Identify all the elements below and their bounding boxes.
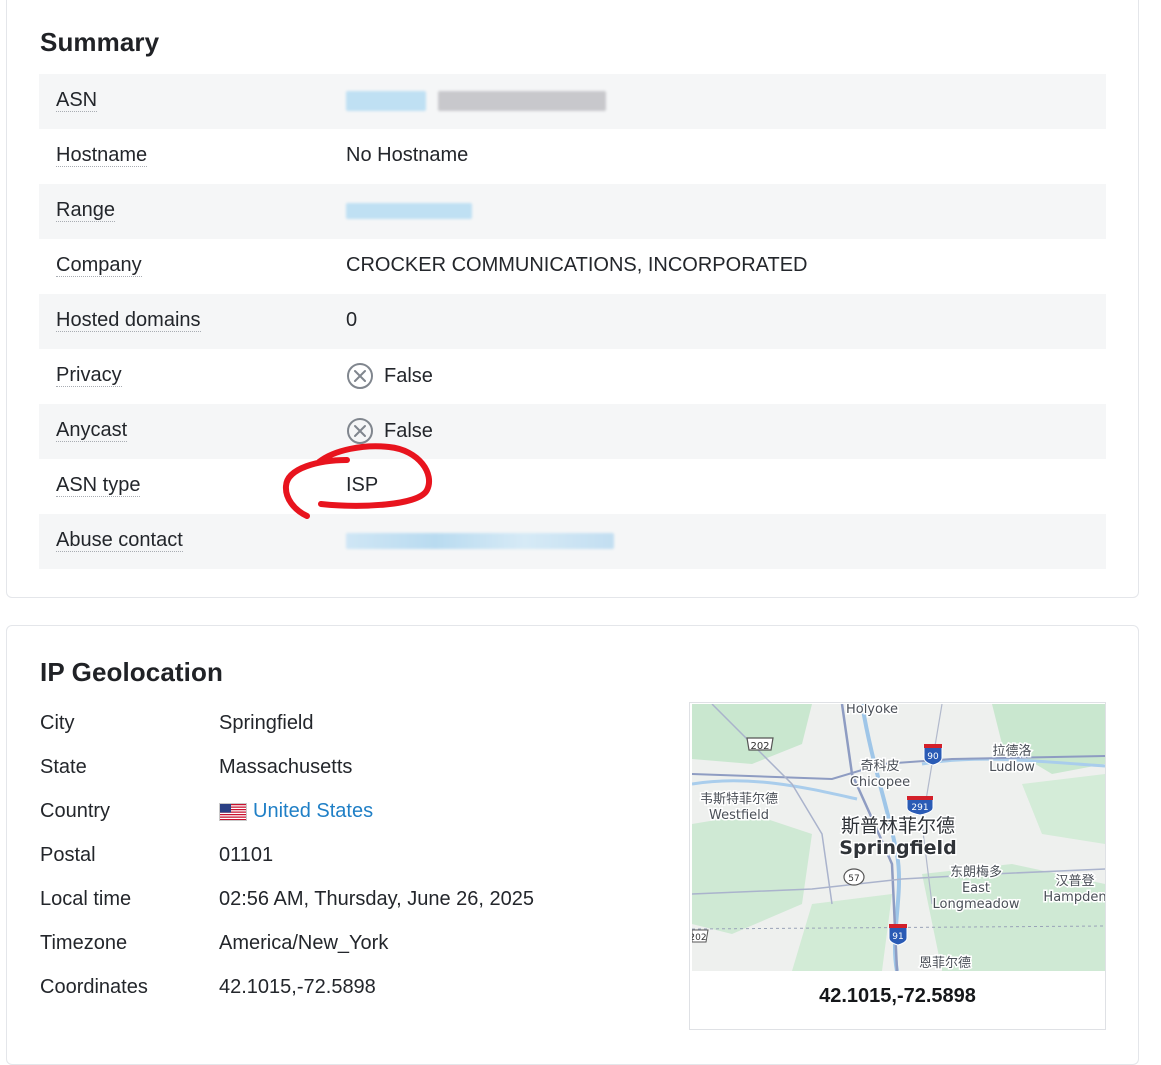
summary-row-asn-type: ASN type ISP xyxy=(39,459,1106,514)
range-label[interactable]: Range xyxy=(56,199,115,222)
map-label-chicopee-zh: 奇科皮 xyxy=(860,758,899,774)
coordinates-label: Coordinates xyxy=(40,976,148,998)
city-label: City xyxy=(40,712,75,734)
privacy-value-text: False xyxy=(384,365,433,387)
company-label[interactable]: Company xyxy=(56,254,142,277)
i91-shield: 91 xyxy=(888,924,908,946)
privacy-value: False xyxy=(346,362,433,390)
asn-type-label[interactable]: ASN type xyxy=(56,474,141,497)
geo-row-city: City Springfield xyxy=(40,712,640,756)
map-label-holyoke: Holyoke xyxy=(846,704,898,717)
anycast-value-text: False xyxy=(384,420,433,442)
map-label-east: East xyxy=(962,881,990,896)
redacted-asn-number xyxy=(346,91,426,111)
state-value: Massachusetts xyxy=(219,756,353,778)
summary-row-hosted-domains: Hosted domains 0 xyxy=(39,294,1106,349)
company-value: CROCKER COMMUNICATIONS, INCORPORATED xyxy=(346,254,808,276)
abuse-contact-label[interactable]: Abuse contact xyxy=(56,529,183,552)
local-time-label: Local time xyxy=(40,888,132,910)
x-circle-icon xyxy=(347,418,373,444)
summary-row-asn: ASN xyxy=(39,74,1106,129)
geo-row-postal: Postal 01101 xyxy=(40,844,640,888)
route-202b-shield: 202 xyxy=(692,929,709,943)
summary-row-range: Range xyxy=(39,184,1106,239)
redacted-asn-name xyxy=(438,91,606,111)
hosted-domains-value: 0 xyxy=(346,309,358,331)
country-value: United States xyxy=(219,800,373,823)
postal-value: 01101 xyxy=(219,844,274,866)
summary-row-anycast: Anycast False xyxy=(39,404,1106,459)
map-label-westfield: Westfield xyxy=(709,808,769,823)
postal-label: Postal xyxy=(40,844,96,866)
summary-title: Summary xyxy=(40,27,160,57)
redacted-abuse-contact xyxy=(346,533,614,549)
map-coordinates: 42.1015,-72.5898 xyxy=(819,985,976,1007)
hostname-label[interactable]: Hostname xyxy=(56,144,148,167)
map-label-springfield: Springfield xyxy=(839,837,956,859)
privacy-label[interactable]: Privacy xyxy=(56,364,122,387)
x-circle-icon xyxy=(347,363,373,389)
geolocation-table: City Springfield State Massachusetts Cou… xyxy=(40,712,640,1020)
map-label-ludlow: Ludlow xyxy=(989,760,1035,775)
abuse-contact-value[interactable] xyxy=(346,529,614,549)
range-value[interactable] xyxy=(346,199,472,219)
redacted-range xyxy=(346,203,472,219)
map-label-ludlow-zh: 拉德洛 xyxy=(992,744,1031,759)
coordinates-value: 42.1015,-72.5898 xyxy=(219,976,376,998)
route-202-label: 202 xyxy=(750,741,769,752)
country-link[interactable]: United States xyxy=(253,800,373,823)
geo-row-coordinates: Coordinates 42.1015,-72.5898 xyxy=(40,976,640,1020)
redacted-asn xyxy=(346,91,606,111)
geolocation-card: IP Geolocation City Springfield State Ma… xyxy=(6,625,1139,1065)
geo-row-timezone: Timezone America/New_York xyxy=(40,932,640,976)
map-label-hampden: Hampden xyxy=(1043,890,1105,905)
map-label-westfield-zh: 韦斯特菲尔德 xyxy=(700,792,778,807)
anycast-label[interactable]: Anycast xyxy=(56,419,128,442)
hostname-value: No Hostname xyxy=(346,144,469,166)
i90-label: 90 xyxy=(927,752,939,762)
route-57-label: 57 xyxy=(848,874,859,884)
geolocation-title: IP Geolocation xyxy=(40,657,223,687)
timezone-label: Timezone xyxy=(40,932,128,954)
asn-label[interactable]: ASN xyxy=(56,89,98,112)
summary-row-hostname: Hostname No Hostname xyxy=(39,129,1106,184)
anycast-value: False xyxy=(346,417,433,445)
geo-row-local-time: Local time 02:56 AM, Thursday, June 26, … xyxy=(40,888,640,932)
i291-label: 291 xyxy=(911,803,928,813)
summary-row-company: Company CROCKER COMMUNICATIONS, INCORPOR… xyxy=(39,239,1106,294)
i91-label: 91 xyxy=(892,932,903,942)
geo-row-state: State Massachusetts xyxy=(40,756,640,800)
asn-value[interactable] xyxy=(346,89,606,111)
summary-table: ASN Hostname No Hostname Range Company C… xyxy=(39,74,1106,569)
route-202b-label: 202 xyxy=(692,933,707,943)
map-image[interactable]: 202 90 291 57 91 202 Holyoke 奇科皮 Chicope… xyxy=(692,704,1105,971)
map-label-hampden-zh: 汉普登 xyxy=(1055,874,1094,889)
asn-type-value: ISP xyxy=(346,474,379,496)
map-label-chicopee: Chicopee xyxy=(850,775,910,790)
map-label-enfield-zh: 恩菲尔德 xyxy=(919,956,971,971)
summary-card: Summary ASN Hostname No Hostname Range C… xyxy=(6,0,1139,598)
map-svg: 202 90 291 57 91 202 Holyoke 奇科皮 Chicope… xyxy=(692,704,1105,971)
local-time-value: 02:56 AM, Thursday, June 26, 2025 xyxy=(219,888,535,910)
summary-row-abuse-contact: Abuse contact xyxy=(39,514,1106,569)
i90-shield: 90 xyxy=(923,744,943,766)
route-57-shield: 57 xyxy=(843,868,865,886)
map-label-longmeadow: Longmeadow xyxy=(933,897,1020,912)
map-label-springfield-zh: 斯普林菲尔德 xyxy=(841,815,955,837)
timezone-value: America/New_York xyxy=(219,932,389,954)
i291-shield: 291 xyxy=(906,796,934,816)
summary-row-privacy: Privacy False xyxy=(39,349,1106,404)
geo-row-country: Country United States xyxy=(40,800,640,844)
map-label-east-longmeadow-zh: 东朗梅多 xyxy=(950,864,1002,880)
us-flag-icon xyxy=(219,802,247,821)
state-label: State xyxy=(40,756,87,778)
hosted-domains-label[interactable]: Hosted domains xyxy=(56,309,201,332)
city-value: Springfield xyxy=(219,712,314,734)
map-widget[interactable]: 202 90 291 57 91 202 Holyoke 奇科皮 Chicope… xyxy=(689,702,1106,1030)
route-202-shield: 202 xyxy=(746,737,774,752)
country-label: Country xyxy=(40,800,111,822)
